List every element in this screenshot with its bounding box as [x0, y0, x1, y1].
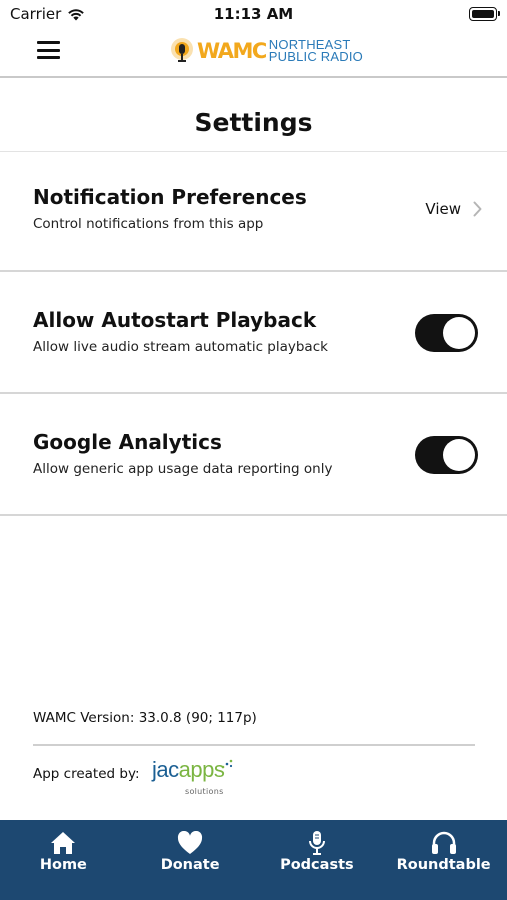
view-link[interactable]: View	[425, 200, 482, 218]
chevron-right-icon	[473, 201, 482, 217]
heart-icon	[176, 830, 204, 856]
view-label: View	[425, 200, 461, 218]
app-header: WAMC NORTHEAST PUBLIC RADIO	[0, 28, 507, 78]
status-time: 11:13 AM	[213, 5, 294, 23]
created-by-label: App created by:	[33, 766, 140, 782]
jacapps-logo[interactable]: jacapps solutions	[152, 757, 242, 799]
setting-title: Notification Preferences	[33, 185, 307, 209]
notification-preferences-row[interactable]: Notification Preferences Control notific…	[0, 152, 507, 272]
dots-decoration-icon	[221, 759, 233, 769]
toggle-knob	[443, 439, 475, 471]
menu-button[interactable]	[37, 41, 60, 59]
setting-title: Allow Autostart Playback	[33, 308, 317, 332]
autostart-toggle[interactable]	[415, 314, 478, 352]
tab-bar: Home Donate Podcasts Roundtable	[0, 820, 507, 900]
tab-label: Home	[39, 857, 87, 873]
sunburst-microphone-icon	[171, 38, 193, 62]
tab-podcasts[interactable]: Podcasts	[254, 820, 381, 900]
tab-label: Podcasts	[280, 857, 354, 873]
google-analytics-row: Google Analytics Allow generic app usage…	[0, 396, 507, 516]
jacapps-wordmark: jacapps	[152, 757, 225, 782]
setting-description: Allow live audio stream automatic playba…	[33, 339, 328, 355]
jacapps-subtitle: solutions	[185, 787, 224, 796]
battery-icon	[469, 7, 500, 21]
station-logo: WAMC NORTHEAST PUBLIC RADIO	[170, 36, 363, 66]
setting-description: Control notifications from this app	[33, 216, 264, 232]
toggle-knob	[443, 317, 475, 349]
hamburger-line	[37, 48, 60, 52]
logo-subtitle: NORTHEAST PUBLIC RADIO	[268, 38, 363, 64]
status-bar: Carrier 11:13 AM	[0, 0, 507, 28]
page-title: Settings	[194, 108, 313, 137]
hamburger-line	[37, 56, 60, 59]
tab-roundtable[interactable]: Roundtable	[380, 820, 507, 900]
headphones-icon	[430, 830, 458, 856]
setting-title: Google Analytics	[33, 430, 222, 454]
home-icon	[49, 830, 77, 856]
tab-label: Donate	[160, 857, 220, 873]
tab-label: Roundtable	[396, 857, 491, 873]
logo-line-2: PUBLIC RADIO	[268, 49, 363, 64]
logo-wordmark: WAMC	[197, 39, 267, 63]
setting-description: Allow generic app usage data reporting o…	[33, 461, 333, 477]
tab-home[interactable]: Home	[0, 820, 127, 900]
app-version: WAMC Version: 33.0.8 (90; 117p)	[33, 710, 257, 726]
hamburger-line	[37, 41, 60, 44]
analytics-toggle[interactable]	[415, 436, 478, 474]
microphone-icon	[303, 830, 331, 856]
autostart-playback-row: Allow Autostart Playback Allow live audi…	[0, 274, 507, 394]
tab-donate[interactable]: Donate	[127, 820, 254, 900]
footer-divider	[33, 744, 475, 746]
